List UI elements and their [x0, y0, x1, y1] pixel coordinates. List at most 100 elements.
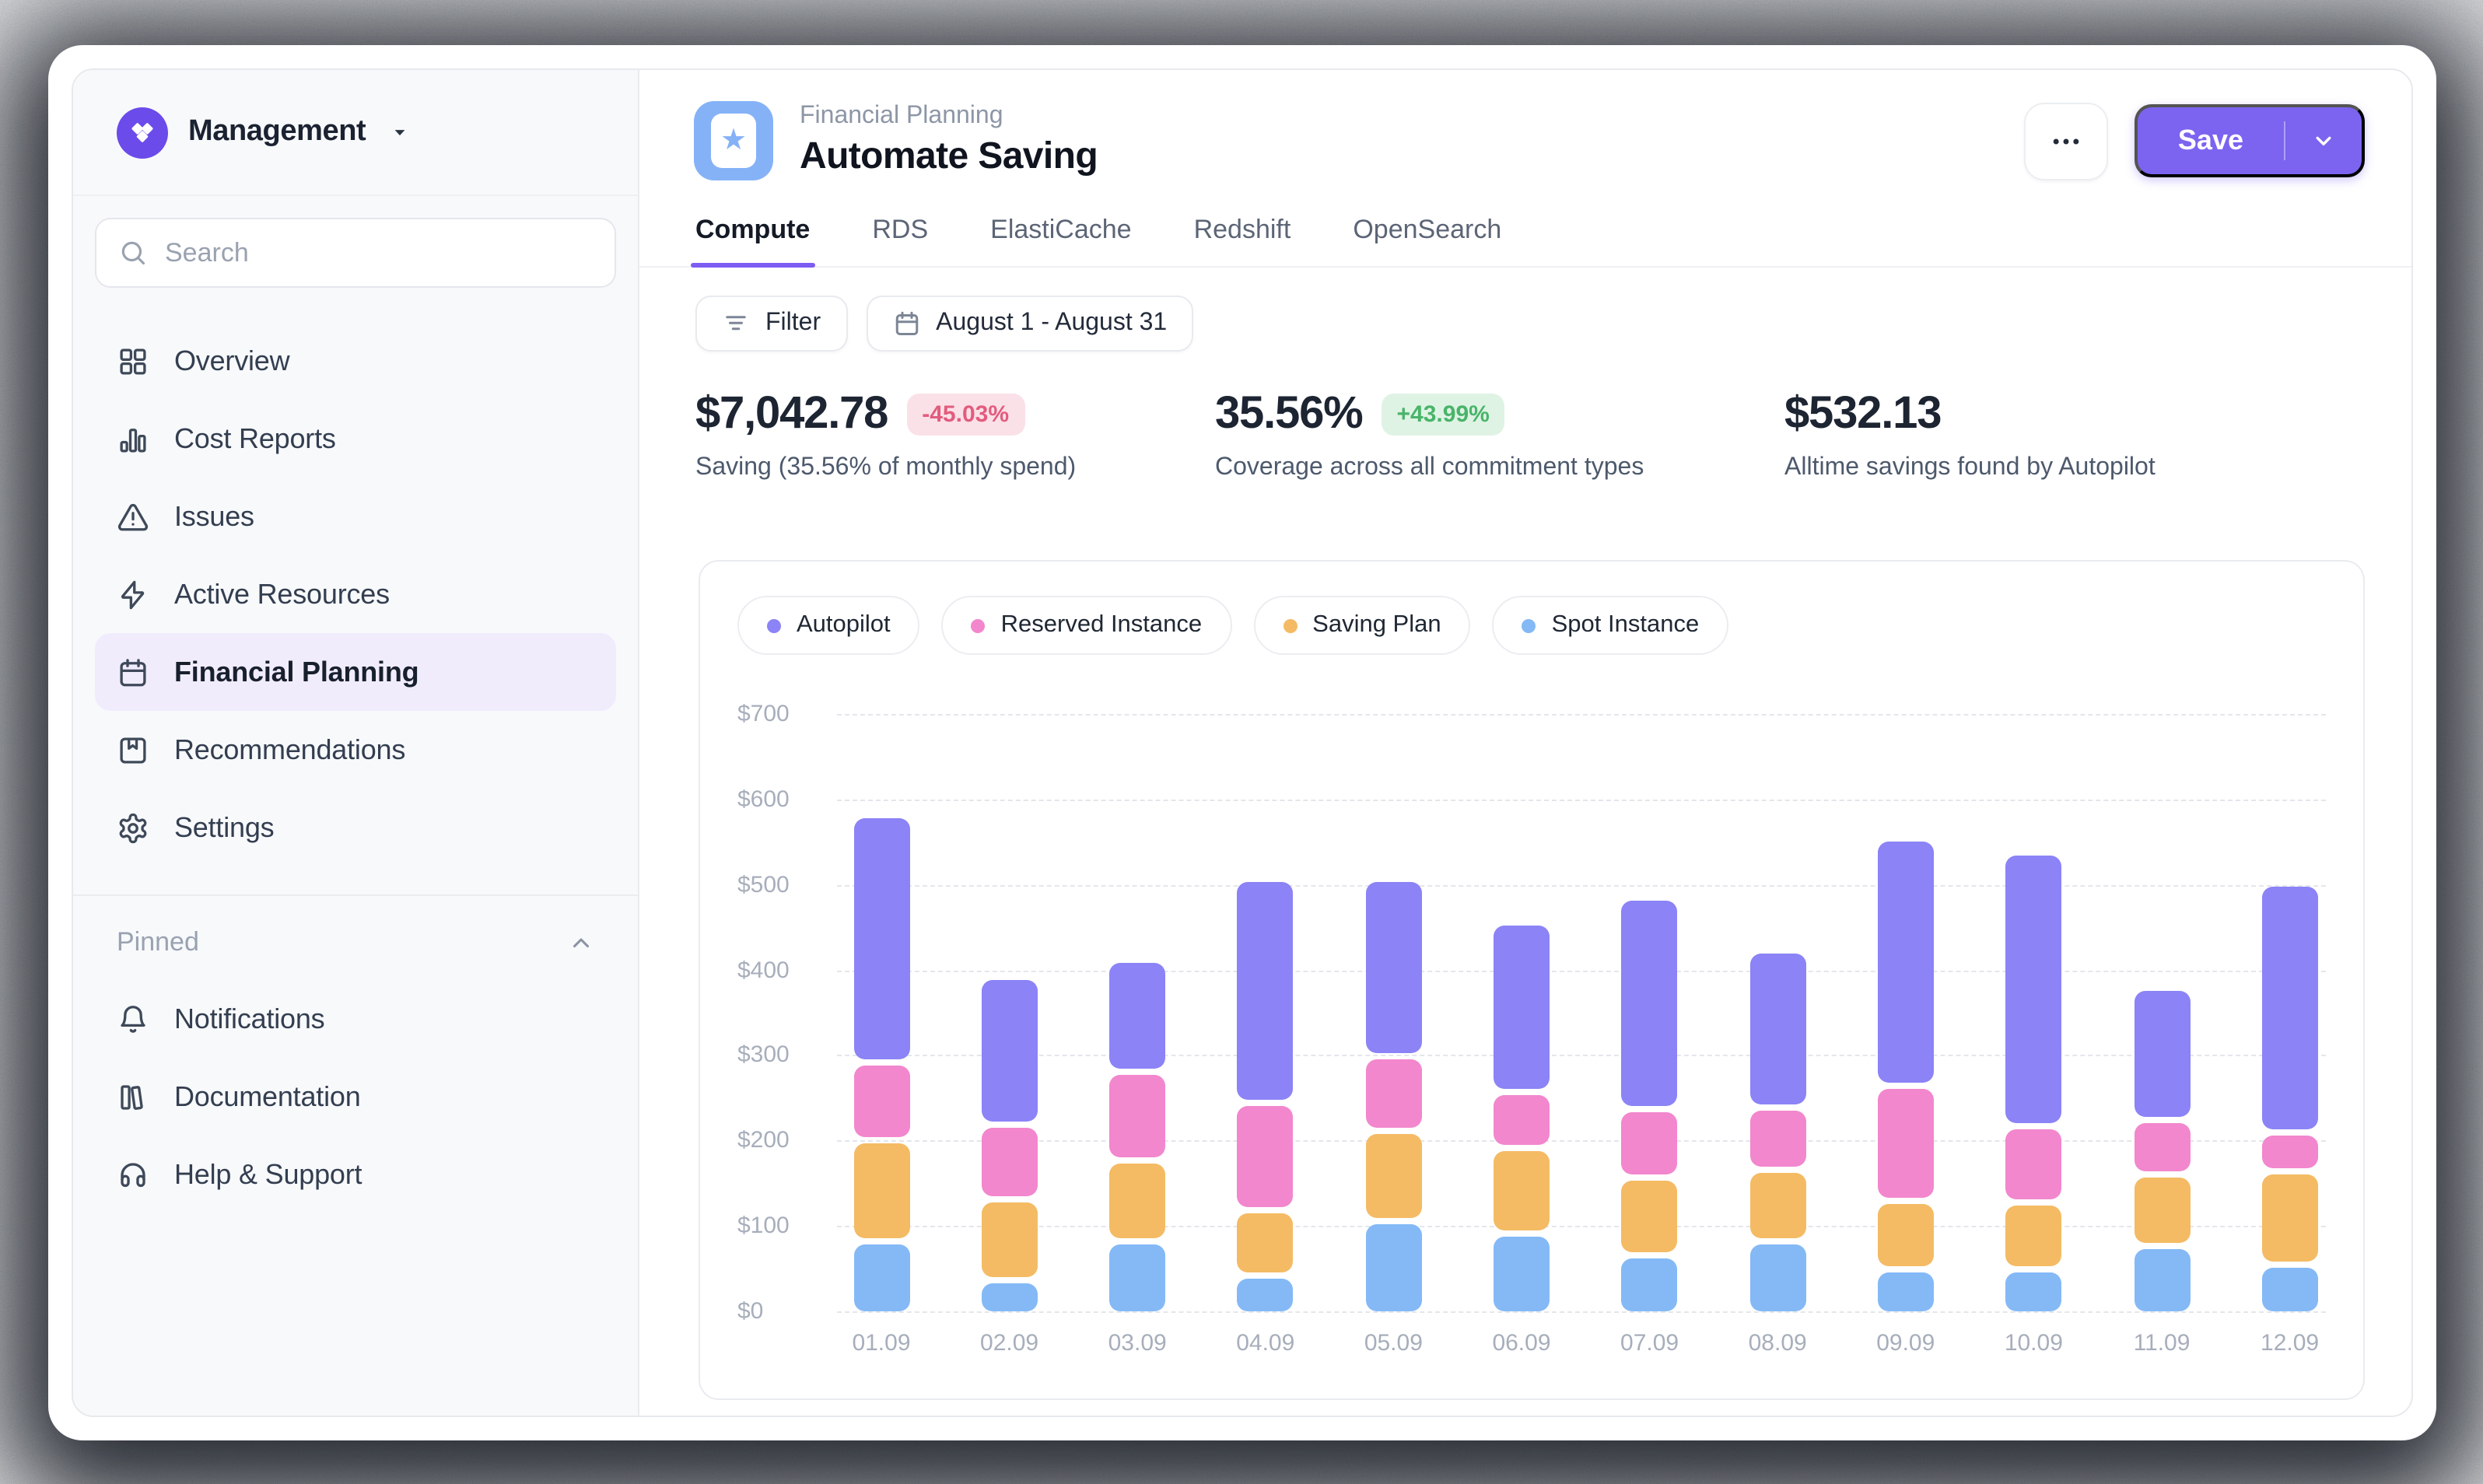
save-dropdown-toggle[interactable]	[2285, 107, 2362, 174]
bar-segment-autopilot	[1365, 883, 1421, 1053]
bar-09.09[interactable]	[1878, 842, 1934, 1311]
legend-item-reserved-instance[interactable]: Reserved Instance	[942, 596, 1232, 655]
sidebar-item-documentation[interactable]: Documentation	[95, 1058, 616, 1136]
legend-dot-icon	[1283, 618, 1297, 632]
bar-segment-autopilot	[1622, 901, 1678, 1107]
filter-row: Filter August 1 - August 31	[639, 268, 2411, 352]
book-icon	[117, 1080, 149, 1113]
sidebar-item-recommendations[interactable]: Recommendations	[95, 711, 616, 789]
gridline	[837, 1141, 2326, 1143]
stats-row: $7,042.78 -45.03% Saving (35.56% of mont…	[639, 389, 2411, 551]
stat-value: $7,042.78	[695, 389, 888, 440]
bar-02.09[interactable]	[982, 981, 1038, 1311]
bar-segment-reserved-instance	[1109, 1074, 1165, 1157]
x-axis-tick-label: 07.09	[1595, 1330, 1704, 1356]
tab-compute[interactable]: Compute	[695, 215, 810, 266]
search-input[interactable]	[165, 237, 593, 268]
x-axis-tick-label: 04.09	[1211, 1330, 1320, 1356]
bar-01.09[interactable]	[853, 818, 909, 1311]
sidebar-item-active-resources[interactable]: Active Resources	[95, 555, 616, 633]
gridline	[837, 714, 2326, 716]
bar-segment-autopilot	[1749, 954, 1805, 1105]
bar-12.09[interactable]	[2262, 887, 2318, 1311]
caret-down-icon	[389, 121, 411, 143]
sidebar: Management Overview Co	[73, 70, 639, 1416]
bar-segment-saving-plan	[2005, 1206, 2061, 1266]
sidebar-item-financial-planning[interactable]: Financial Planning	[95, 633, 616, 711]
bar-05.09[interactable]	[1365, 883, 1421, 1311]
bar-segment-saving-plan	[1494, 1151, 1550, 1230]
star-glyph-icon: ★	[720, 125, 747, 155]
bar-segment-autopilot	[1878, 842, 1934, 1083]
sidebar-item-issues[interactable]: Issues	[95, 478, 616, 555]
bar-segment-autopilot	[1494, 925, 1550, 1089]
bar-10.09[interactable]	[2005, 856, 2061, 1311]
warning-triangle-icon	[117, 500, 149, 533]
pinned-nav: Notifications Documentation Help & Suppo…	[73, 980, 638, 1213]
bar-07.09[interactable]	[1622, 901, 1678, 1311]
stat-saving: $7,042.78 -45.03% Saving (35.56% of mont…	[695, 389, 1076, 482]
bar-segment-saving-plan	[853, 1143, 909, 1239]
chevron-down-icon	[2310, 128, 2337, 154]
sidebar-item-notifications[interactable]: Notifications	[95, 980, 616, 1058]
bar-segment-spot-instance	[982, 1283, 1038, 1311]
filter-button[interactable]: Filter	[695, 296, 847, 352]
pinned-section-header[interactable]: Pinned	[73, 896, 638, 968]
sidebar-item-label: Help & Support	[174, 1158, 362, 1191]
bar-segment-reserved-instance	[1622, 1113, 1678, 1175]
gridline	[837, 970, 2326, 971]
stat-value: 35.56%	[1215, 389, 1363, 440]
ellipsis-icon	[2049, 124, 2083, 158]
bar-segment-autopilot	[2134, 991, 2190, 1117]
y-axis-tick-label: $300	[737, 1042, 825, 1069]
save-button-label: Save	[2138, 107, 2284, 174]
workspace-switcher[interactable]: Management	[73, 70, 638, 196]
legend-item-autopilot[interactable]: Autopilot	[737, 596, 920, 655]
bar-segment-spot-instance	[1622, 1258, 1678, 1311]
tab-opensearch[interactable]: OpenSearch	[1353, 215, 1501, 266]
chart-card: Autopilot Reserved Instance Saving Plan Spo…	[699, 560, 2365, 1400]
bar-segment-autopilot	[1109, 964, 1165, 1069]
stacked-bar-chart: $0$100$200$300$400$500$600$70001.0902.09…	[737, 714, 2326, 1311]
y-axis-tick-label: $400	[737, 957, 825, 983]
bar-segment-spot-instance	[1878, 1272, 1934, 1311]
x-axis-tick-label: 01.09	[827, 1330, 936, 1356]
x-axis-tick-label: 02.09	[955, 1330, 1064, 1356]
bar-segment-spot-instance	[2134, 1249, 2190, 1311]
more-options-button[interactable]	[2024, 102, 2108, 180]
tab-rds[interactable]: RDS	[872, 215, 928, 266]
legend-dot-icon	[1522, 618, 1536, 632]
bar-03.09[interactable]	[1109, 964, 1165, 1311]
filter-button-label: Filter	[765, 310, 821, 338]
sidebar-item-label: Financial Planning	[174, 656, 419, 688]
stat-label: Alltime savings found by Autopilot	[1784, 454, 2156, 482]
save-button[interactable]: Save	[2135, 104, 2365, 177]
page-header: ★ Financial Planning Automate Saving Sav…	[639, 70, 2411, 180]
tab-redshift[interactable]: Redshift	[1194, 215, 1291, 266]
bar-segment-reserved-instance	[853, 1066, 909, 1136]
sidebar-item-settings[interactable]: Settings	[95, 789, 616, 866]
calendar-icon	[117, 656, 149, 688]
app-window: Management Overview Co	[48, 45, 2436, 1440]
bar-08.09[interactable]	[1749, 954, 1805, 1311]
bar-segment-spot-instance	[2005, 1272, 2061, 1311]
date-range-button[interactable]: August 1 - August 31	[866, 296, 1193, 352]
x-axis-tick-label: 10.09	[1979, 1330, 2088, 1356]
gear-icon	[117, 811, 149, 844]
bar-11.09[interactable]	[2134, 991, 2190, 1311]
legend-item-saving-plan[interactable]: Saving Plan	[1253, 596, 1470, 655]
sidebar-item-cost-reports[interactable]: Cost Reports	[95, 400, 616, 478]
bar-04.09[interactable]	[1238, 883, 1294, 1311]
bar-06.09[interactable]	[1494, 925, 1550, 1311]
tab-elasticache[interactable]: ElastiCache	[990, 215, 1131, 266]
y-axis-tick-label: $100	[737, 1213, 825, 1239]
gridline	[837, 884, 2326, 886]
sidebar-item-label: Active Resources	[174, 578, 390, 611]
legend-item-spot-instance[interactable]: Spot Instance	[1493, 596, 1729, 655]
bar-segment-reserved-instance	[1878, 1089, 1934, 1198]
sidebar-item-label: Overview	[174, 345, 289, 377]
sidebar-item-help-support[interactable]: Help & Support	[95, 1136, 616, 1213]
bar-segment-saving-plan	[2262, 1174, 2318, 1262]
sidebar-item-overview[interactable]: Overview	[95, 322, 616, 400]
pinned-label: Pinned	[117, 927, 199, 958]
